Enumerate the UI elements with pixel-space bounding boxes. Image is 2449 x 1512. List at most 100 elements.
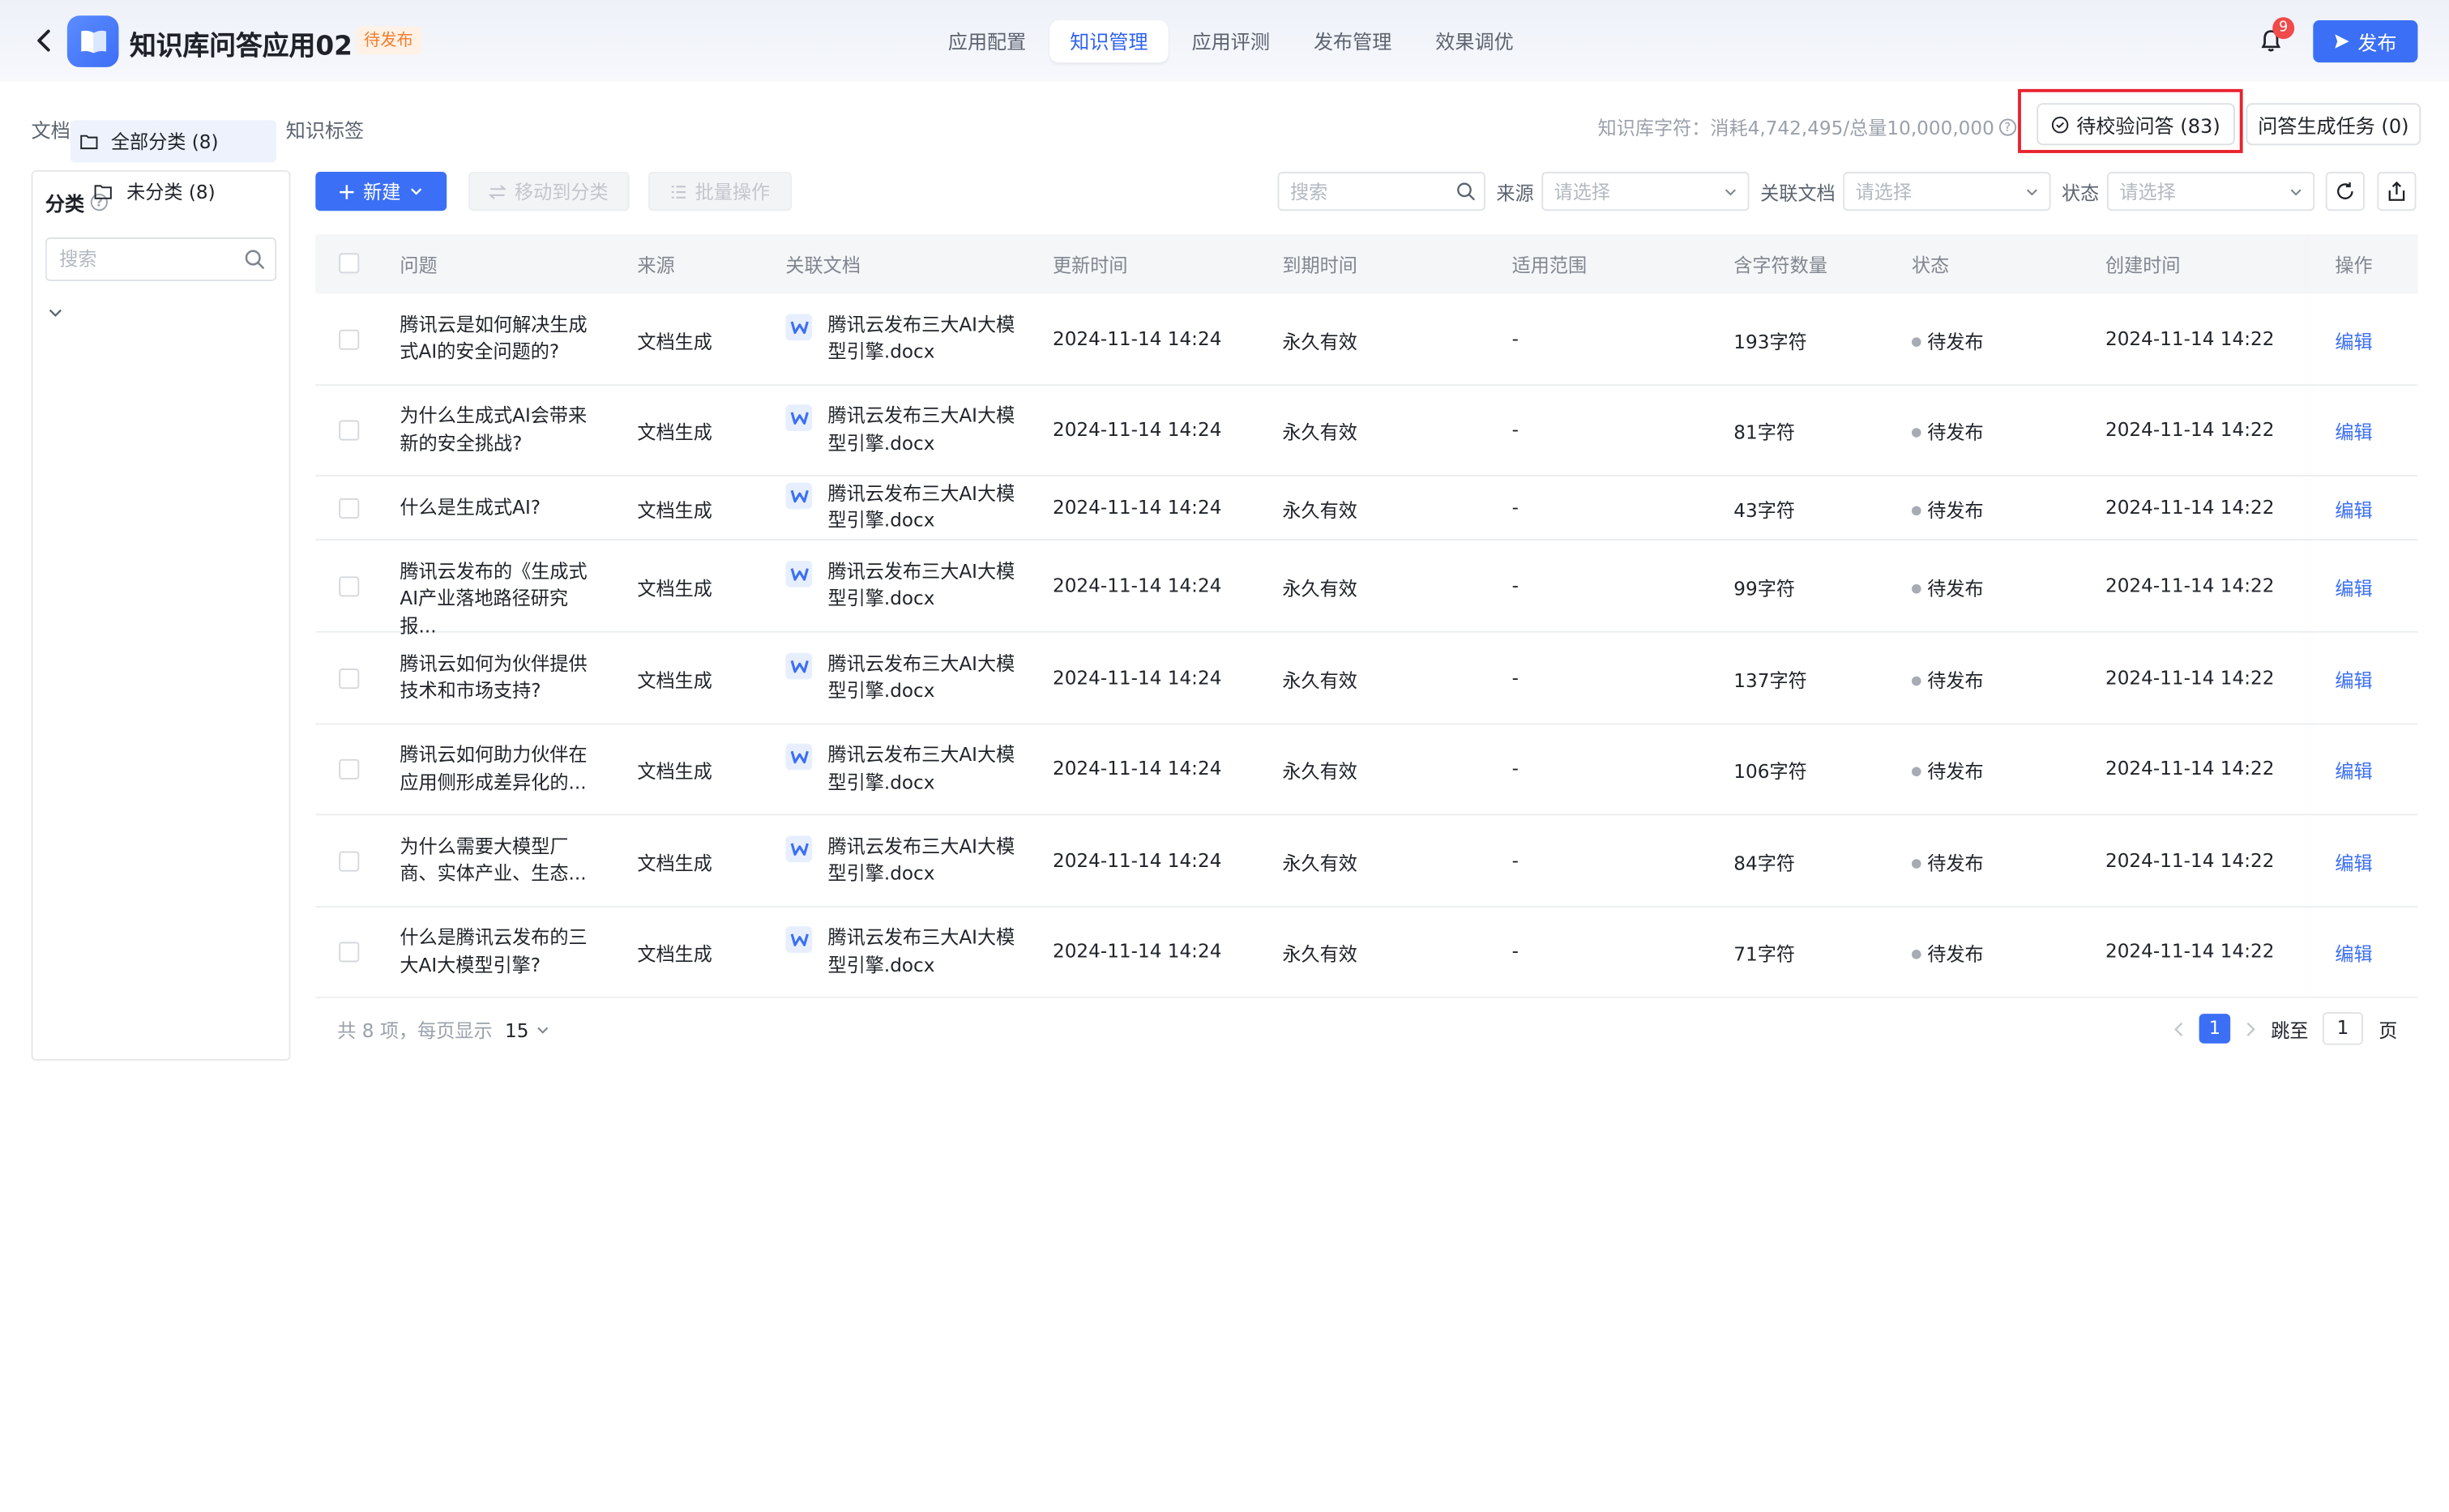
row-checkbox[interactable] — [339, 668, 360, 689]
status-cell: 待发布 — [1912, 419, 1984, 446]
page-number-current[interactable]: 1 — [2199, 1014, 2231, 1044]
related-doc[interactable]: 腾讯云发布三大AI大模型引擎.docx — [785, 481, 1015, 535]
subtab-documents[interactable]: 文档 — [32, 114, 71, 144]
edit-link[interactable]: 编辑 — [2335, 666, 2372, 693]
status-dot-icon — [1912, 505, 1921, 515]
refresh-button[interactable] — [2325, 172, 2365, 211]
related-doc[interactable]: 腾讯云发布三大AI大模型引擎.docx — [785, 312, 1015, 366]
next-page-icon[interactable] — [2242, 1019, 2260, 1040]
tab-effect-tuning[interactable]: 效果调优 — [1415, 20, 1534, 62]
status-dot-icon — [1912, 767, 1921, 777]
back-button[interactable] — [28, 25, 60, 57]
move-to-category-button[interactable]: 移动到分类 — [468, 172, 630, 211]
edit-link[interactable]: 编辑 — [2335, 849, 2372, 876]
edit-link[interactable]: 编辑 — [2335, 574, 2372, 600]
row-checkbox[interactable] — [339, 497, 360, 519]
new-button-label: 新建 — [363, 181, 401, 203]
table-row: 腾讯云发布的《生成式AI产业落地路径研究报... 文档生成 腾讯云发布三大AI大模型… — [315, 540, 2418, 637]
related-doc[interactable]: 腾讯云发布三大AI大模型引擎.docx — [785, 651, 1015, 705]
new-button[interactable]: 新建 — [315, 172, 447, 211]
related-doc[interactable]: 腾讯云发布三大AI大模型引擎.docx — [785, 925, 1015, 979]
tab-app-config[interactable]: 应用配置 — [928, 20, 1047, 62]
prev-page-icon[interactable] — [2169, 1019, 2188, 1040]
table-header: 问题 来源 关联文档 更新时间 到期时间 适用范围 含字符数量 状态 创建时间 … — [315, 234, 2418, 294]
updated-time-cell: 2024-11-14 14:24 — [1053, 666, 1222, 689]
edit-link[interactable]: 编辑 — [2335, 419, 2372, 446]
row-checkbox[interactable] — [339, 420, 360, 441]
related-doc[interactable]: 腾讯云发布三大AI大模型引擎.docx — [785, 403, 1015, 457]
updated-time-cell: 2024-11-14 14:24 — [1053, 327, 1222, 349]
updated-time-cell: 2024-11-14 14:24 — [1053, 418, 1222, 441]
row-checkbox[interactable] — [339, 575, 360, 596]
folder-icon — [94, 184, 112, 199]
table-search-input[interactable] — [1289, 173, 1460, 210]
select-all-checkbox[interactable] — [339, 253, 360, 274]
status-text: 待发布 — [1927, 577, 1984, 600]
select-placeholder: 请选择 — [2119, 181, 2176, 203]
expiry-cell: 永久有效 — [1282, 330, 1357, 352]
question-text[interactable]: 什么是生成式AI? — [400, 494, 600, 522]
publish-button[interactable]: 发布 — [2313, 20, 2418, 63]
tab-app-evaluation[interactable]: 应用评测 — [1172, 20, 1291, 62]
word-doc-icon — [785, 560, 813, 587]
quota-text: 知识库字符：消耗4,742,495/总量10,000,000 — [1597, 117, 1994, 139]
status-dot-icon — [1912, 858, 1921, 868]
char-count-cell: 137字符 — [1733, 669, 1807, 692]
related-doc[interactable]: 腾讯云发布三大AI大模型引擎.docx — [785, 558, 1015, 613]
related-doc[interactable]: 腾讯云发布三大AI大模型引擎.docx — [785, 742, 1015, 797]
jump-to-page-input[interactable]: 1 — [2322, 1012, 2364, 1045]
status-cell: 待发布 — [1912, 496, 1984, 523]
chevron-down-icon[interactable] — [47, 305, 64, 322]
related-doc[interactable]: 腾讯云发布三大AI大模型引擎.docx — [785, 833, 1015, 887]
question-text[interactable]: 为什么需要大模型厂商、实体产业、生态... — [400, 833, 600, 887]
chevron-down-icon — [536, 1027, 548, 1034]
related-doc-name: 腾讯云发布三大AI大模型引擎.docx — [827, 926, 1015, 976]
question-text[interactable]: 什么是腾讯云发布的三大AI大模型引擎? — [400, 925, 600, 979]
tree-item-uncategorized[interactable]: 未分类 (8) — [94, 177, 216, 205]
tree-item-all-categories[interactable]: 全部分类 (8) — [70, 120, 277, 163]
tab-knowledge-management[interactable]: 知识管理 — [1049, 20, 1169, 63]
row-checkbox[interactable] — [339, 758, 360, 779]
edit-link[interactable]: 编辑 — [2335, 758, 2372, 784]
status-dot-icon — [1912, 336, 1921, 346]
char-count-cell: 193字符 — [1733, 330, 1807, 352]
edit-link[interactable]: 编辑 — [2335, 327, 2372, 354]
char-count-cell: 99字符 — [1733, 577, 1796, 600]
search-icon[interactable] — [1455, 182, 1476, 202]
question-text[interactable]: 为什么生成式AI会带来新的安全挑战? — [400, 403, 600, 457]
question-text[interactable]: 腾讯云是如何解决生成式AI的安全问题的? — [400, 312, 600, 366]
status-filter-select[interactable]: 请选择 — [2106, 172, 2315, 211]
row-checkbox[interactable] — [339, 942, 360, 963]
column-header-expiry: 到期时间 — [1282, 254, 1357, 277]
table-row: 什么是生成式AI? 文档生成 腾讯云发布三大AI大模型引擎.docx 2024-11-… — [315, 476, 2418, 540]
row-checkbox[interactable] — [339, 328, 360, 349]
edit-link[interactable]: 编辑 — [2335, 496, 2372, 523]
qa-generation-tasks-button[interactable]: 问答生成任务 (0) — [2246, 103, 2421, 146]
notification-count-badge: 9 — [2272, 17, 2295, 40]
status-dot-icon — [1912, 675, 1921, 686]
status-dot-icon — [1912, 428, 1921, 438]
row-checkbox[interactable] — [339, 850, 360, 871]
edit-link[interactable]: 编辑 — [2335, 940, 2372, 967]
source-filter-select[interactable]: 请选择 — [1541, 172, 1750, 211]
doc-filter-select[interactable]: 请选择 — [1843, 172, 2051, 211]
tab-publish-management[interactable]: 发布管理 — [1293, 20, 1413, 62]
page-size-select[interactable]: 15 — [505, 1019, 549, 1041]
batch-operation-button[interactable]: 批量操作 — [648, 172, 793, 211]
help-icon[interactable]: ? — [1998, 118, 2016, 136]
question-text[interactable]: 腾讯云如何为伙伴提供技术和市场支持? — [400, 651, 600, 705]
jump-to-label: 跳至 — [2271, 1019, 2309, 1042]
search-icon[interactable] — [244, 249, 266, 271]
char-count-cell: 81字符 — [1733, 421, 1796, 444]
table-search — [1277, 172, 1485, 211]
related-doc-name: 腾讯云发布三大AI大模型引擎.docx — [827, 313, 1015, 363]
subtab-knowledge-tags[interactable]: 知识标签 — [286, 114, 364, 144]
scope-cell: - — [1511, 327, 1519, 349]
question-text[interactable]: 腾讯云如何助力伙伴在应用侧形成差异化的... — [400, 742, 600, 797]
export-button[interactable] — [2377, 172, 2417, 211]
expiry-cell: 永久有效 — [1282, 421, 1357, 444]
status-cell: 待发布 — [1912, 940, 1984, 967]
question-text[interactable]: 腾讯云发布的《生成式AI产业落地路径研究报... — [400, 558, 600, 640]
pagination-summary: 共 8 项，每页显示 15 — [337, 1017, 549, 1044]
category-search-input[interactable] — [59, 238, 244, 280]
